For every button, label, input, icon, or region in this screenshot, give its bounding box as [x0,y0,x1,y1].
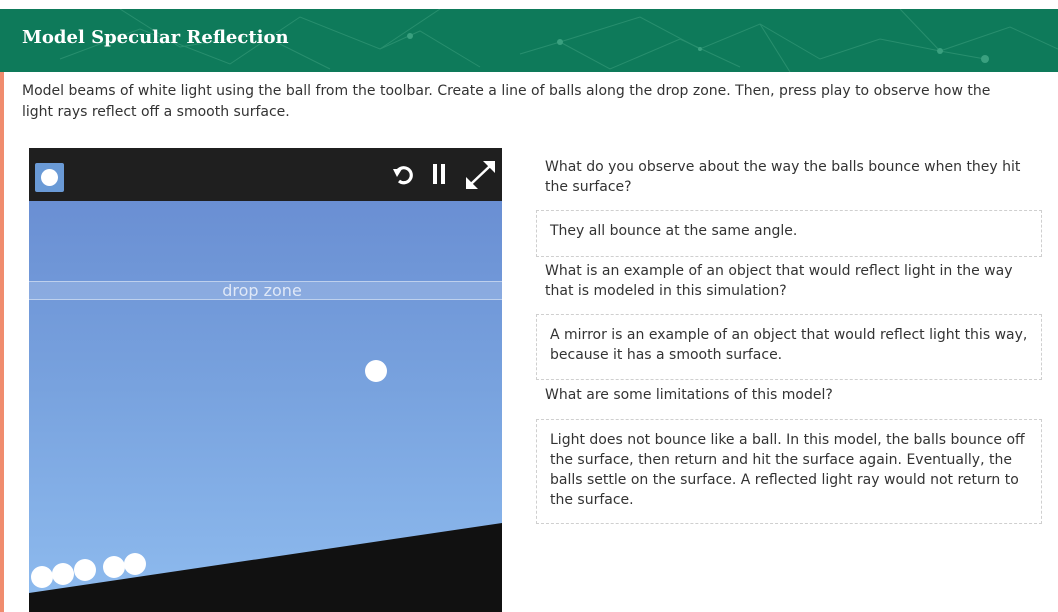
resting-ball[interactable] [52,563,74,585]
page-header: Model Specular Reflection [0,9,1058,72]
question-3: What are some limitations of this model? [545,387,833,403]
top-spacer [0,0,1058,9]
answer-3-field[interactable]: Light does not bounce like a ball. In th… [536,419,1042,524]
simulation-panel[interactable]: drop zone [29,148,502,612]
reflective-surface [29,523,502,612]
resting-ball[interactable] [74,559,96,581]
question-1: What do you observe about the way the ba… [545,159,1021,195]
accent-strip [0,72,4,612]
answer-2-field[interactable]: A mirror is an example of an object that… [536,314,1042,380]
falling-ball[interactable] [365,360,387,382]
question-2: What is an example of an object that wou… [545,263,1013,299]
answer-1-field[interactable]: They all bounce at the same angle. [536,210,1042,257]
instructions-text: Model beams of white light using the bal… [22,83,991,120]
resting-ball[interactable] [124,553,146,575]
resting-ball[interactable] [103,556,125,578]
page-title: Model Specular Reflection [22,27,289,48]
resting-ball[interactable] [31,566,53,588]
